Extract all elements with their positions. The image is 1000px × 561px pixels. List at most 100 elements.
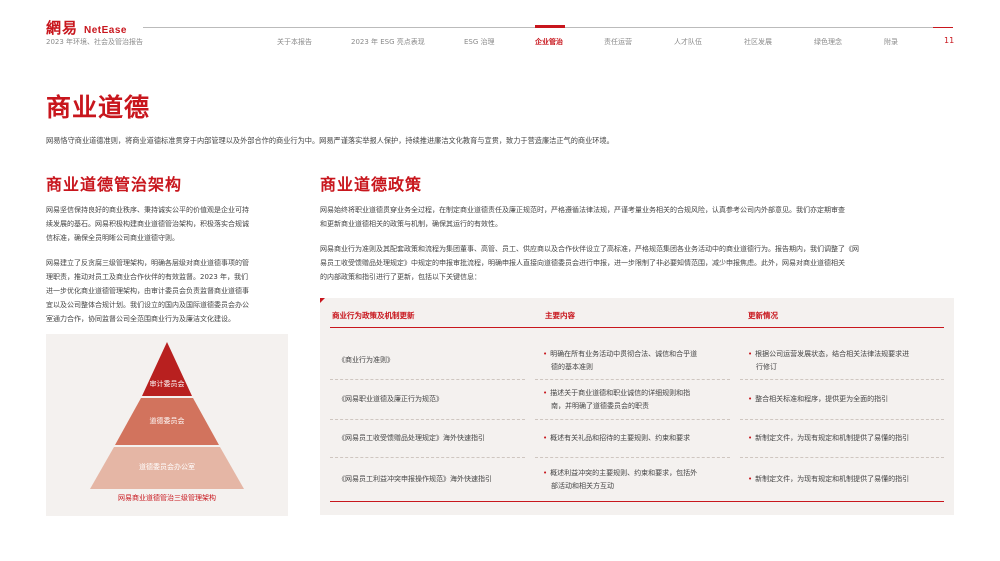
nav-green[interactable]: 绿色理念 — [814, 37, 842, 47]
nav-esg-highlights[interactable]: 2023 年 ESG 亮点表现 — [351, 37, 425, 47]
cell-text: 概述利益冲突的主要规则、约束和要求，包括外 — [550, 469, 698, 477]
pyramid-label-ethics-office: 道德委员会办公室 — [139, 463, 195, 471]
row-divider — [330, 457, 525, 458]
cell-line: 部活动和相关方互动 — [543, 480, 738, 493]
bullet-icon: • — [543, 434, 548, 442]
text-line: 宜以及公司整体合规计划。我们设立的国内及国际道德委员会办公 — [46, 301, 249, 309]
table-cell-policy: 《商业行为准则》 — [338, 356, 394, 364]
cell-text: 概述有关礼品和招待的主要规则、约束和要求 — [550, 434, 691, 442]
page-number-line — [933, 27, 953, 28]
table-corner-mark — [320, 298, 325, 303]
nav-talent[interactable]: 人才队伍 — [674, 37, 702, 47]
pyramid-label-ethics-committee: 道德委员会 — [149, 417, 185, 425]
bullet-icon: • — [543, 389, 548, 397]
cell-text: 新制定文件，为现有规定和机制提供了易懂的指引 — [755, 434, 910, 442]
pyramid-caption: 网易商业道德管治三级管理架构 — [118, 494, 216, 502]
pyramid-diagram: 审计委员会 道德委员会 道德委员会办公室 网易商业道德管治三级管理架构 — [46, 334, 288, 516]
row-divider — [330, 419, 525, 420]
nav-responsible-operations[interactable]: 责任运营 — [604, 37, 632, 47]
row-divider — [535, 419, 730, 420]
bullet-icon: • — [748, 475, 753, 483]
text-line: 续发展的基石。网易积极构建商业道德管治架构，积极落实合规诚 — [46, 220, 249, 228]
logo-english: NetEase — [84, 25, 127, 36]
cell-line: • 描述关于商业道德和职业诚信的详细规则和指 — [543, 387, 738, 400]
logo-chinese: 網易 — [46, 19, 79, 37]
table-header-line — [330, 327, 944, 328]
cell-line: • 根据公司运营发展状态，结合相关法律法规要求进 — [748, 348, 948, 361]
cell-text: 南，并明确了道德委员会的职责 — [551, 402, 649, 410]
policy-table: 商业行为政策及机制更新 主要内容 更新情况 《商业行为准则》 • 明确在所有业务活… — [320, 298, 954, 515]
nav-active-indicator — [535, 25, 565, 28]
cell-line: • 新制定文件，为现有规定和机制提供了易懂的指引 — [748, 432, 948, 445]
text-line: 网易坚信保持良好的商业秩序、秉持诚实公平的价值观是企业可持 — [46, 206, 249, 214]
nav-esg-governance[interactable]: ESG 治理 — [464, 37, 495, 47]
table-header-policy: 商业行为政策及机制更新 — [332, 311, 415, 320]
row-divider — [535, 379, 730, 380]
text-line: 网易商业行为准则及其配套政策和流程为集团董事、高管、员工、供应商以及合作伙伴设立… — [320, 245, 859, 253]
row-divider — [740, 379, 944, 380]
row-divider — [535, 457, 730, 458]
governance-paragraph-2: 网易建立了反贪腐三级管理架构，明确各层级对商业道德事项的管 理职责，推动对员工及… — [46, 256, 296, 326]
bullet-icon: • — [543, 469, 548, 477]
cell-text: 新制定文件，为现有规定和机制提供了易懂的指引 — [755, 475, 910, 483]
cell-text: 明确在所有业务活动中贯彻合法、诚信和合乎道 — [550, 350, 698, 358]
text-line: 的内部政策和指引进行了更新，包括以下关键信息： — [320, 273, 481, 281]
netease-logo[interactable]: 網易 NetEase — [46, 17, 127, 38]
table-header-content: 主要内容 — [545, 311, 575, 320]
text-line: 室通力合作，协同监督公司全范围商业行为及廉洁文化建设。 — [46, 315, 235, 323]
text-line: 理职责，推动对员工及商业合作伙伴的有效监督。2023 年，我们 — [46, 273, 249, 281]
cell-line: • 概述有关礼品和招待的主要规则、约束和要求 — [543, 432, 738, 445]
text-line: 信标准，确保全员明晰公司商业道德守则。 — [46, 234, 179, 242]
bullet-icon: • — [748, 434, 753, 442]
cell-text: 部活动和相关方互动 — [551, 482, 614, 490]
table-bottom-line — [330, 501, 944, 502]
table-cell-status: • 整合相关标准和程序，提供更为全面的指引 — [748, 393, 948, 406]
table-cell-status: • 新制定文件，为现有规定和机制提供了易懂的指引 — [748, 473, 948, 486]
text-line: 和更新商业道德相关的政策与机制，确保其运行的有效性。 — [320, 220, 502, 228]
nav-corporate-governance[interactable]: 企业管治 — [535, 37, 563, 47]
cell-line: 行修订 — [748, 361, 948, 374]
policy-paragraph-2: 网易商业行为准则及其配套政策和流程为集团董事、高管、员工、供应商以及合作伙伴设立… — [320, 242, 956, 284]
table-cell-status: • 新制定文件，为现有规定和机制提供了易懂的指引 — [748, 432, 948, 445]
governance-paragraph-1: 网易坚信保持良好的商业秩序、秉持诚实公平的价值观是企业可持 续发展的基石。网易积… — [46, 203, 296, 245]
intro-paragraph: 网易恪守商业道德准则，将商业道德标准贯穿于内部管理以及外部合作的商业行为中。网易… — [46, 136, 614, 145]
bullet-icon: • — [543, 350, 548, 358]
cell-text: 德的基本准则 — [551, 363, 593, 371]
cell-text: 根据公司运营发展状态，结合相关法律法规要求进 — [755, 350, 910, 358]
text-line: 网易建立了反贪腐三级管理架构，明确各层级对商业道德事项的管 — [46, 259, 249, 267]
table-cell-content: • 明确在所有业务活动中贯彻合法、诚信和合乎道 德的基本准则 — [543, 348, 738, 374]
cell-line: • 概述利益冲突的主要规则、约束和要求，包括外 — [543, 467, 738, 480]
text-line: 网易始终将职业道德贯穿业务全过程，在制定商业道德责任及廉正规范时，严格遵循法律法… — [320, 206, 845, 214]
text-line: 易员工收受馈赠品处理规定》中规定的申报审批流程，明确申报人直接向道德委员会进行申… — [320, 259, 845, 267]
table-cell-status: • 根据公司运营发展状态，结合相关法律法规要求进 行修订 — [748, 348, 948, 374]
row-divider — [330, 379, 525, 380]
cell-line: 德的基本准则 — [543, 361, 738, 374]
text-line: 进一步优化商业道德管理架构，由审计委员会负责监督商业道德事 — [46, 287, 249, 295]
cell-text: 整合相关标准和程序，提供更为全面的指引 — [755, 395, 889, 403]
bullet-icon: • — [748, 350, 753, 358]
ethics-policy-title: 商业道德政策 — [320, 175, 423, 194]
cell-line: • 明确在所有业务活动中贯彻合法、诚信和合乎道 — [543, 348, 738, 361]
nav-appendix[interactable]: 附录 — [884, 37, 898, 47]
table-header-status: 更新情况 — [748, 311, 778, 320]
table-cell-content: • 概述利益冲突的主要规则、约束和要求，包括外 部活动和相关方互动 — [543, 467, 738, 493]
row-divider — [740, 419, 944, 420]
table-cell-policy: 《网易员工利益冲突申报操作规范》海外快速指引 — [338, 475, 492, 483]
cell-text: 描述关于商业道德和职业诚信的详细规则和指 — [550, 389, 691, 397]
cell-line: • 整合相关标准和程序，提供更为全面的指引 — [748, 393, 948, 406]
table-cell-content: • 概述有关礼品和招待的主要规则、约束和要求 — [543, 432, 738, 445]
cell-text: 行修订 — [756, 363, 777, 371]
policy-paragraph-1: 网易始终将职业道德贯穿业务全过程，在制定商业道德责任及廉正规范时，严格遵循法律法… — [320, 203, 956, 231]
nav-about-report[interactable]: 关于本报告 — [277, 37, 312, 47]
table-cell-policy: 《网易职业道德及廉正行为规范》 — [338, 395, 443, 403]
cell-line: • 新制定文件，为现有规定和机制提供了易懂的指引 — [748, 473, 948, 486]
governance-structure-title: 商业道德管治架构 — [46, 175, 183, 194]
row-divider — [740, 457, 944, 458]
page-number: 11 — [944, 36, 955, 45]
page-title: 商业道德 — [46, 93, 151, 122]
table-cell-policy: 《网易员工收受馈赠品处理规定》海外快速指引 — [338, 434, 485, 442]
bullet-icon: • — [748, 395, 753, 403]
nav-community[interactable]: 社区发展 — [744, 37, 772, 47]
cell-line: 南，并明确了道德委员会的职责 — [543, 400, 738, 413]
report-subtitle: 2023 年环境、社会及管治报告 — [46, 38, 144, 46]
